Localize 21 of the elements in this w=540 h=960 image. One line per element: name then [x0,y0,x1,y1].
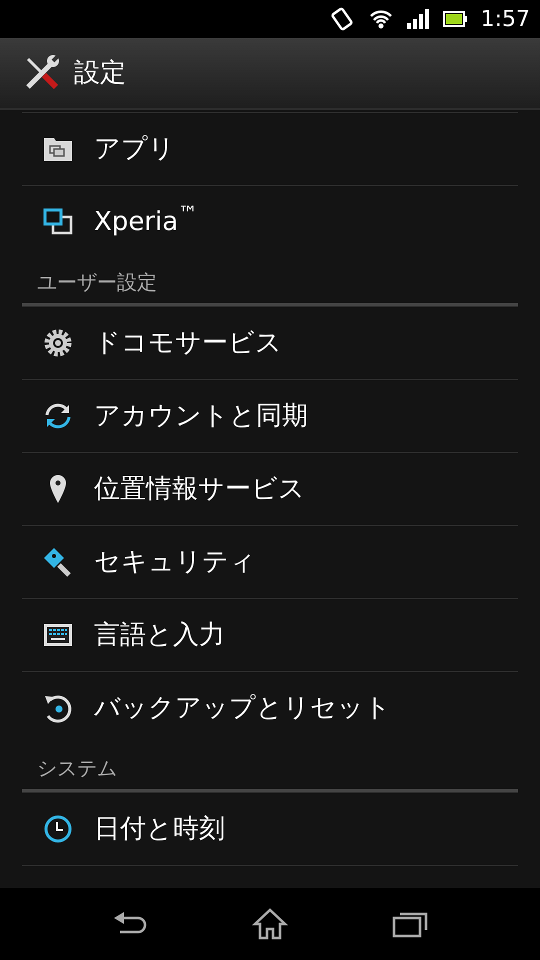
settings-item[interactable]: Xperia$^{™}$ [22,185,518,258]
clock-time: 1:57 [480,6,530,34]
settings-item[interactable]: 位置情報サービス [22,452,518,525]
wifi-icon [368,8,393,30]
settings-item[interactable]: ドコモサービス [22,306,518,379]
battery-icon [442,11,467,27]
signal-icon [406,9,429,29]
home-icon[interactable] [252,908,288,940]
settings-item[interactable]: アプリ [22,112,518,185]
settings-item[interactable]: 言語と入力 [22,598,518,671]
gear-icon [42,327,74,359]
clock-icon [42,813,74,845]
settings-item[interactable]: 日付と時刻 [22,792,518,865]
settings-item[interactable]: バックアップとリセット [22,671,518,744]
settings-item[interactable]: アカウントと同期 [22,379,518,452]
action-bar-title: 設定 [74,56,126,90]
recent-apps-icon[interactable] [392,910,428,938]
section-header: ユーザー設定 [36,269,157,296]
settings-item[interactable]: セキュリティ [22,525,518,598]
vibrate-icon [328,6,355,32]
section-header: システム [36,755,117,782]
